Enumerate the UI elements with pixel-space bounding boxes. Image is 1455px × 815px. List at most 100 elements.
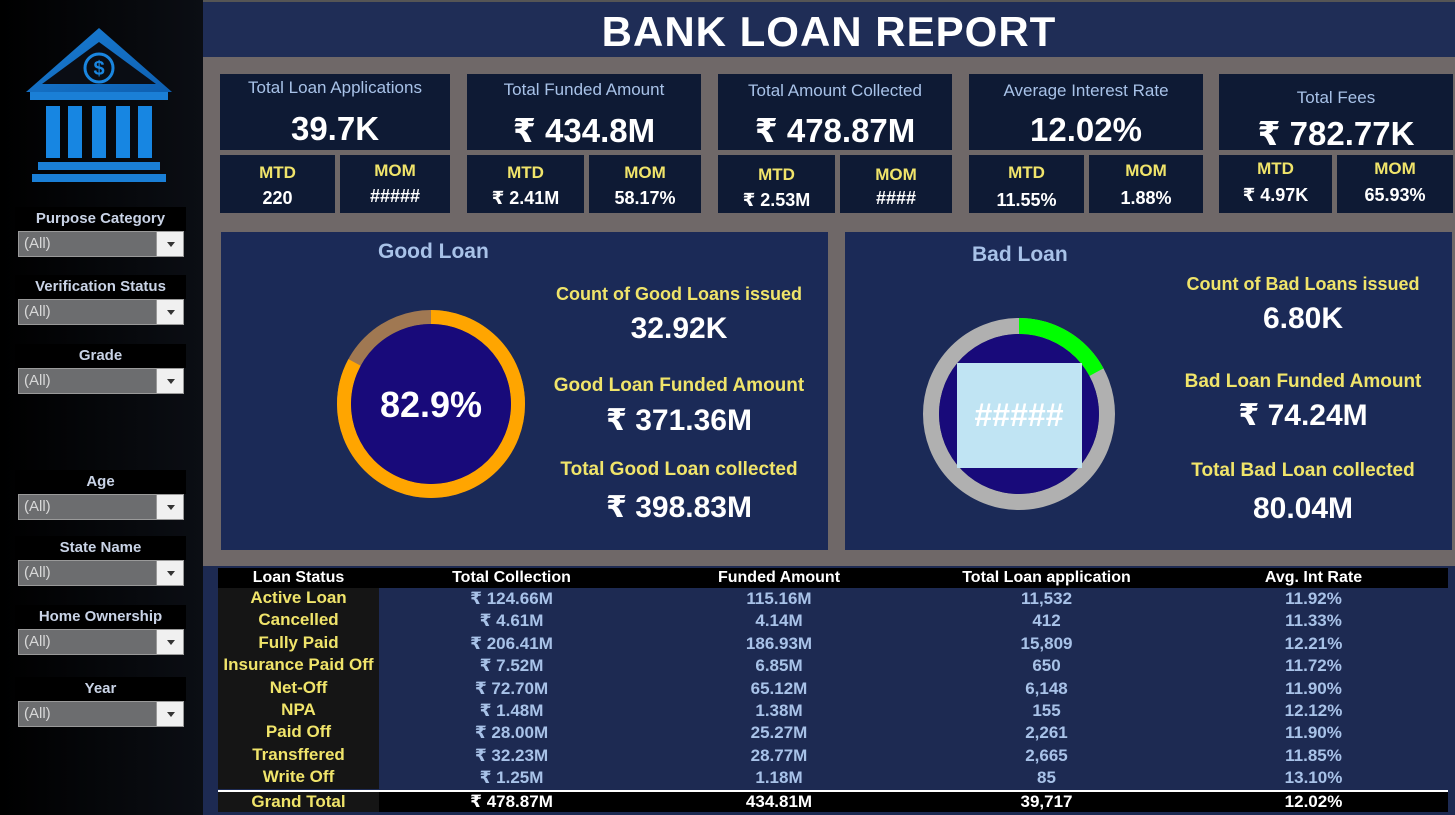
chevron-down-icon[interactable] — [156, 232, 183, 256]
bad-loan-donut[interactable]: ##### — [920, 315, 1118, 513]
filter-home-ownership: Home Ownership (All) — [15, 605, 186, 655]
bad-loan-funded: ₹ 74.24M — [1238, 399, 1368, 432]
table-row[interactable]: Write Off ₹ 1.25M 1.18M 85 13.10% — [218, 767, 1448, 789]
table-row[interactable]: Paid Off ₹ 28.00M 25.27M 2,261 11.90% — [218, 722, 1448, 744]
mtd-label: MTD — [1257, 159, 1294, 178]
chevron-down-icon[interactable] — [156, 495, 183, 519]
loan-status-table: Loan Status Total Collection Funded Amou… — [203, 566, 1455, 815]
kpi-mom: MOM 1.88% — [1089, 155, 1203, 213]
col-total-collection[interactable]: Total Collection — [379, 568, 644, 588]
row-total-collection: ₹ 7.52M — [479, 656, 544, 676]
row-loan-status: Insurance Paid Off — [223, 655, 374, 675]
table-row[interactable]: Transffered ₹ 32.23M 28.77M 2,665 11.85% — [218, 745, 1448, 767]
table-row[interactable]: Fully Paid ₹ 206.41M 186.93M 15,809 12.21% — [218, 633, 1448, 655]
dropdown-value: (All) — [24, 705, 51, 722]
age-dropdown[interactable]: (All) — [18, 494, 184, 520]
state-name-dropdown[interactable]: (All) — [18, 560, 184, 586]
chevron-down-icon[interactable] — [156, 369, 183, 393]
kpi-mom: MOM ##### — [340, 155, 450, 213]
kpi-average-interest-rate[interactable]: Average Interest Rate 12.02% MTD 11.55% … — [969, 74, 1203, 215]
year-dropdown[interactable]: (All) — [18, 701, 184, 727]
mom-label: MOM — [624, 163, 666, 182]
good-loan-panel: Good Loan 82.9% Count of Good Loans issu… — [221, 232, 828, 550]
header: BANK LOAN REPORT — [203, 0, 1455, 57]
kpi-header: Total Amount Collected ₹ 478.87M — [718, 74, 952, 150]
filter-sidebar: $ Purpose Category (All) Verification St… — [0, 0, 203, 815]
row-loan-status: Cancelled — [258, 610, 339, 630]
kpi-value: ₹ 434.8M — [512, 112, 656, 149]
table-header: Loan Status Total Collection Funded Amou… — [218, 568, 1448, 588]
kpi-total-funded-amount[interactable]: Total Funded Amount ₹ 434.8M MTD ₹ 2.41M… — [467, 74, 701, 215]
row-avg-int-rate: 13.10% — [1284, 768, 1343, 788]
table-row[interactable]: Active Loan ₹ 124.66M 115.16M 11,532 11.92% — [218, 588, 1448, 610]
good-loan-donut[interactable]: 82.9% — [331, 304, 531, 504]
kpi-label: Average Interest Rate — [1003, 81, 1169, 100]
row-funded-amount: 28.77M — [750, 745, 808, 765]
row-avg-int-rate: 11.85% — [1285, 745, 1342, 765]
kpi-mtd: MTD ₹ 2.53M — [718, 155, 835, 213]
grade-dropdown[interactable]: (All) — [18, 368, 184, 394]
kpi-total-amount-collected[interactable]: Total Amount Collected ₹ 478.87M MTD ₹ 2… — [718, 74, 952, 215]
col-funded-amount[interactable]: Funded Amount — [644, 568, 914, 588]
row-total-collection: ₹ 28.00M — [474, 723, 549, 743]
verification-status-dropdown[interactable]: (All) — [18, 299, 184, 325]
kpi-total-loan-applications[interactable]: Total Loan Applications 39.7K MTD 220 MO… — [220, 74, 450, 215]
chevron-down-icon[interactable] — [156, 561, 183, 585]
table-row[interactable]: Net-Off ₹ 72.70M 65.12M 6,148 11.90% — [218, 678, 1448, 700]
row-avg-int-rate: 12.12% — [1284, 701, 1343, 720]
row-loan-status: Transffered — [252, 744, 345, 764]
row-total-loan-application: 155 — [1032, 701, 1061, 720]
kpi-mom: MOM #### — [840, 155, 952, 213]
row-avg-int-rate: 11.72% — [1285, 656, 1342, 676]
table-row[interactable]: NPA ₹ 1.48M 1.38M 155 12.12% — [218, 700, 1448, 722]
dropdown-value: (All) — [24, 633, 51, 650]
row-total-loan-application: 2,665 — [1025, 745, 1068, 765]
table-row[interactable]: Cancelled ₹ 4.61M 4.14M 412 11.33% — [218, 610, 1448, 632]
kpi-section: Total Loan Applications 39.7K MTD 220 MO… — [203, 57, 1455, 220]
kpi-mom: MOM 65.93% — [1337, 155, 1453, 213]
filter-state-name: State Name (All) — [15, 536, 186, 586]
purpose-category-dropdown[interactable]: (All) — [18, 231, 184, 257]
kpi-total-fees[interactable]: Total Fees ₹ 782.77K MTD ₹ 4.97K MOM 65.… — [1219, 74, 1453, 215]
mom-label: MOM — [1125, 161, 1167, 180]
grand-total-collection: ₹ 478.87M — [470, 792, 553, 811]
table-row[interactable]: Insurance Paid Off ₹ 7.52M 6.85M 650 11.72% — [218, 655, 1448, 677]
bad-loan-collected-label: Total Bad Loan collected — [1191, 460, 1415, 481]
page-title: BANK LOAN REPORT — [601, 8, 1057, 55]
kpi-label: Total Amount Collected — [748, 81, 922, 100]
bad-loan-collected: 80.04M — [1252, 492, 1354, 525]
filter-label: Purpose Category — [15, 207, 186, 231]
grand-total-label: Grand Total — [218, 792, 379, 812]
dropdown-value: (All) — [24, 303, 51, 320]
row-funded-amount: 6.85M — [755, 656, 803, 676]
good-loan-count-label: Count of Good Loans issued — [556, 284, 802, 304]
home-ownership-dropdown[interactable]: (All) — [18, 629, 184, 655]
filter-label: Year — [15, 677, 186, 701]
kpi-value: 39.7K — [290, 110, 380, 147]
kpi-mtd: MTD ₹ 2.41M — [467, 155, 584, 213]
good-loan-collected-label: Total Good Loan collected — [560, 459, 798, 480]
mom-label: MOM — [875, 165, 917, 184]
table-grand-total-row: Grand Total ₹ 478.87M 434.81M 39,717 12.… — [218, 790, 1448, 812]
row-total-collection: ₹ 206.41M — [470, 633, 553, 653]
kpi-value: 12.02% — [1030, 111, 1142, 148]
bad-loan-count: 6.80K — [1262, 302, 1344, 335]
chevron-down-icon[interactable] — [156, 702, 183, 726]
col-avg-int-rate[interactable]: Avg. Int Rate — [1179, 568, 1448, 588]
row-avg-int-rate: 11.90% — [1285, 723, 1342, 743]
good-loan-funded: ₹ 371.36M — [606, 404, 752, 437]
row-avg-int-rate: 11.90% — [1285, 678, 1342, 698]
filter-grade: Grade (All) — [15, 344, 186, 394]
kpi-label: Total Loan Applications — [248, 78, 422, 97]
chevron-down-icon[interactable] — [156, 630, 183, 654]
col-total-loan-application[interactable]: Total Loan application — [914, 568, 1179, 588]
chevron-down-icon[interactable] — [156, 300, 183, 324]
row-total-loan-application: 11,532 — [1020, 589, 1073, 608]
filter-label: Verification Status — [15, 275, 186, 299]
kpi-mtd: MTD 11.55% — [969, 155, 1084, 213]
col-loan-status[interactable]: Loan Status — [218, 568, 379, 588]
row-funded-amount: 1.18M — [755, 768, 803, 788]
mtd-label: MTD — [1008, 163, 1045, 182]
kpi-mtd: MTD ₹ 4.97K — [1219, 155, 1332, 213]
filter-verification-status: Verification Status (All) — [15, 275, 186, 325]
